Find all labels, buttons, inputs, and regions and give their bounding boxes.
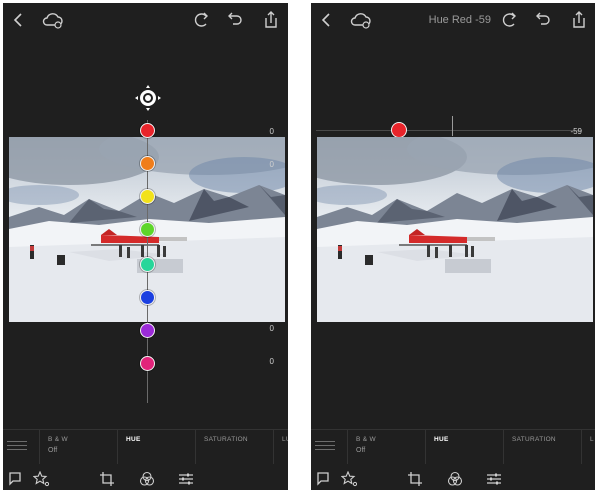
- presets-icon[interactable]: [139, 471, 155, 487]
- color-dot-blue[interactable]: [140, 290, 155, 305]
- tab-saturation[interactable]: SATURATION: [195, 430, 273, 464]
- tab-bw[interactable]: B & W Off: [39, 430, 117, 464]
- flag-icon[interactable]: [315, 471, 331, 487]
- slider-center-tick: [452, 116, 453, 136]
- color-dot-aqua[interactable]: [140, 257, 155, 272]
- redo-icon[interactable]: [499, 10, 519, 30]
- tab-hue[interactable]: HUE: [425, 430, 503, 464]
- presets-icon[interactable]: [447, 471, 463, 487]
- crop-icon[interactable]: [407, 471, 423, 487]
- adjustment-tabs: B & W Off HUE SATURATION LU: [3, 429, 288, 464]
- cloud-sync-icon[interactable]: [349, 10, 373, 30]
- bottom-toolbar: [311, 469, 595, 489]
- share-icon[interactable]: [261, 10, 281, 30]
- color-dot-green[interactable]: [140, 222, 155, 237]
- redo-icon[interactable]: [191, 10, 211, 30]
- hue-adjustment-screen: Hue Red -59 -59 B & W Off HUE SATURATION…: [311, 3, 595, 490]
- top-toolbar: [3, 3, 288, 37]
- star-rating-icon[interactable]: [341, 471, 357, 487]
- value-label: 0: [269, 127, 274, 136]
- adjustments-icon[interactable]: [178, 471, 194, 487]
- target-adjustment-icon[interactable]: [134, 84, 162, 112]
- color-dot-orange[interactable]: [140, 156, 155, 171]
- back-icon[interactable]: [317, 10, 337, 30]
- panel-handle-icon[interactable]: [7, 438, 27, 458]
- crop-icon[interactable]: [99, 471, 115, 487]
- bottom-toolbar: [3, 469, 288, 489]
- flag-icon[interactable]: [7, 471, 23, 487]
- hsl-color-picker-screen: 0 0 0 0 B & W Off HUE SATURATION LU: [3, 3, 288, 490]
- value-label: 0: [269, 324, 274, 333]
- value-label: 0: [269, 357, 274, 366]
- tab-hue[interactable]: HUE: [117, 430, 195, 464]
- slider-value: -59: [570, 127, 582, 136]
- hue-slider-track[interactable]: [316, 130, 582, 131]
- color-dot-purple[interactable]: [140, 323, 155, 338]
- tab-bw[interactable]: B & W Off: [347, 430, 425, 464]
- tab-saturation[interactable]: SATURATION: [503, 430, 581, 464]
- value-label: 0: [269, 160, 274, 169]
- adjustment-title: Hue Red -59: [428, 14, 491, 26]
- undo-icon[interactable]: [225, 10, 245, 30]
- cloud-sync-icon[interactable]: [41, 10, 65, 30]
- photo: [317, 137, 593, 322]
- tab-luminance[interactable]: L: [581, 430, 595, 464]
- back-icon[interactable]: [9, 10, 29, 30]
- share-icon[interactable]: [569, 10, 589, 30]
- undo-icon[interactable]: [533, 10, 553, 30]
- tab-luminance[interactable]: LU: [273, 430, 288, 464]
- hue-slider-knob[interactable]: [391, 122, 407, 138]
- adjustments-icon[interactable]: [486, 471, 502, 487]
- top-toolbar: Hue Red -59: [311, 3, 595, 37]
- color-dot-red[interactable]: [140, 123, 155, 138]
- color-dot-magenta[interactable]: [140, 356, 155, 371]
- panel-handle-icon[interactable]: [315, 438, 335, 458]
- color-dot-yellow[interactable]: [140, 189, 155, 204]
- star-rating-icon[interactable]: [33, 471, 49, 487]
- adjustment-tabs: B & W Off HUE SATURATION L: [311, 429, 595, 464]
